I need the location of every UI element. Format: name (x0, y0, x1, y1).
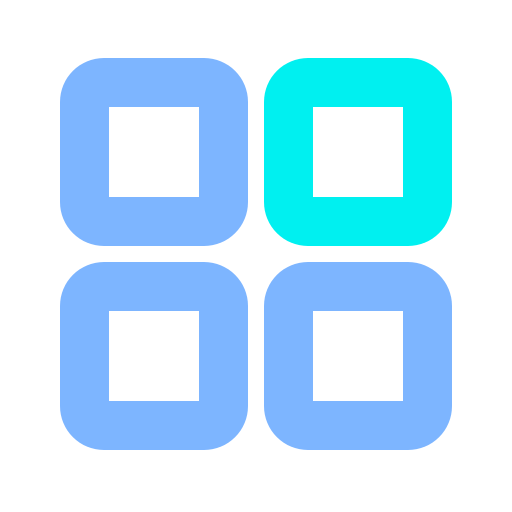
grid-tile-top-left (60, 58, 248, 246)
tile-hole (313, 311, 403, 401)
grid-tile-top-right (264, 58, 452, 246)
tile-hole (313, 107, 403, 197)
grid-tile-bottom-right (264, 262, 452, 450)
app-grid-icon (0, 0, 512, 512)
grid-tile-bottom-left (60, 262, 248, 450)
tile-hole (109, 107, 199, 197)
tile-hole (109, 311, 199, 401)
